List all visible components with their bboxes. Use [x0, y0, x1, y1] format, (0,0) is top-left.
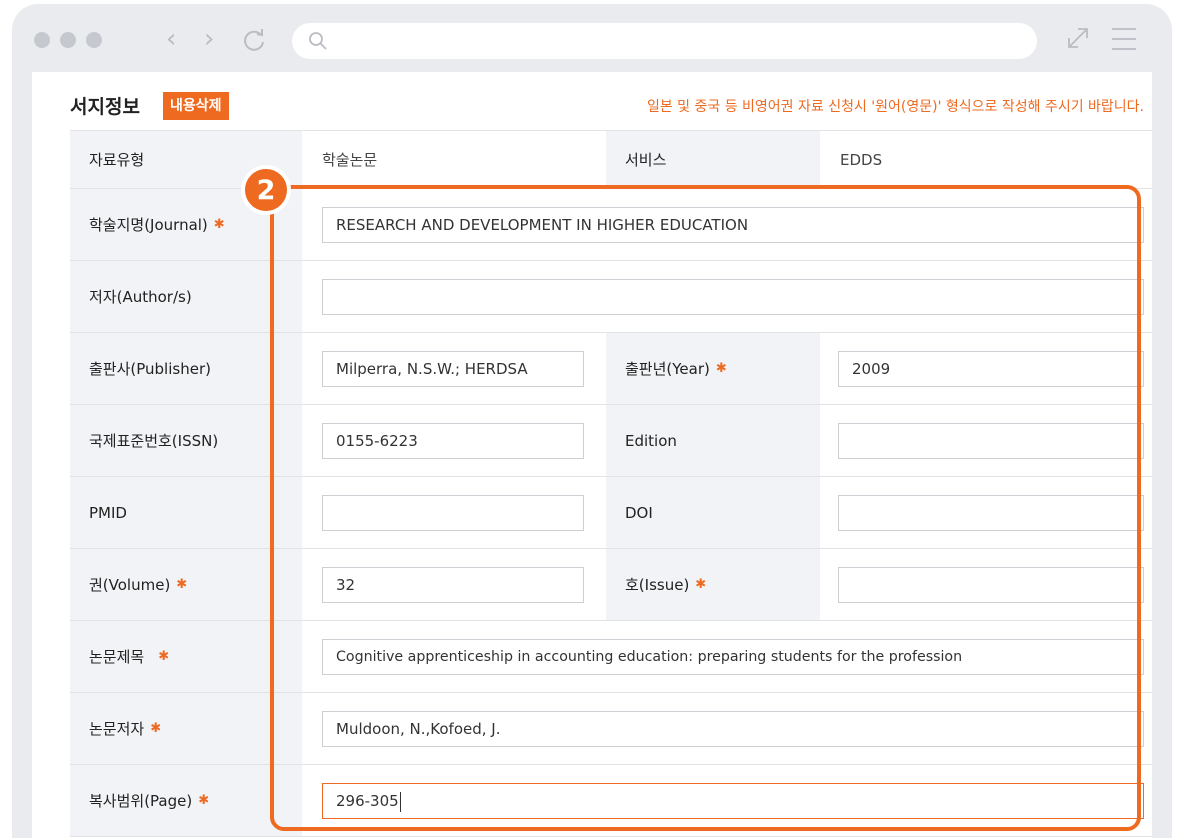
form-row-issn: 국제표준번호(ISSN) 0155-6223 Edition [70, 405, 1152, 477]
label-text: 국제표준번호(ISSN) [89, 432, 219, 450]
page-input[interactable]: 296-305 [322, 783, 1144, 819]
edition-label: Edition [606, 405, 820, 476]
required-icon: ✱ [213, 217, 225, 232]
bibliographic-form: 자료유형 학술논문 서비스 EDDS 학술지명(Journal) ✱ RESEAR… [70, 130, 1152, 837]
page-value: 296-305 [336, 792, 399, 810]
label-text: 권(Volume) [89, 576, 171, 594]
title-input[interactable]: Cognitive apprenticeship in accounting e… [322, 639, 1144, 675]
window-dot-icon[interactable] [34, 32, 50, 48]
page-content: 서지정보 내용삭제 일본 및 중국 등 비영어권 자료 신청시 '원어(영문)'… [32, 72, 1152, 838]
service-label: 서비스 [606, 131, 820, 188]
window-dot-icon[interactable] [60, 32, 76, 48]
issn-input[interactable]: 0155-6223 [322, 423, 584, 459]
author-label: 저자(Author/s) [70, 261, 302, 332]
browser-window: ‹ › 서지정보 내용삭제 일본 및 중국 등 비영어권 자료 신청시 '원어(… [12, 4, 1172, 838]
step-badge: 2 [241, 165, 291, 215]
form-row-publisher: 출판사(Publisher) Milperra, N.S.W.; HERDSA … [70, 333, 1152, 405]
section-title: 서지정보 [70, 96, 140, 118]
menu-icon[interactable] [1110, 26, 1138, 56]
search-icon [309, 32, 327, 50]
publisher-label: 출판사(Publisher) [70, 333, 302, 404]
label-text: Edition [625, 431, 677, 450]
volume-label: 권(Volume) ✱ [70, 549, 302, 620]
back-icon[interactable]: ‹ [166, 22, 176, 56]
paper-author-label: 논문저자 ✱ [70, 693, 302, 764]
required-icon: ✱ [695, 577, 707, 592]
form-row-title: 논문제목 ✱ Cognitive apprenticeship in accoun… [70, 621, 1152, 693]
label-text: 논문제목 [89, 648, 145, 666]
author-input[interactable] [322, 279, 1144, 315]
label-text: DOI [625, 503, 653, 522]
service-value: EDDS [840, 150, 883, 169]
paper-author-input[interactable]: Muldoon, N.,Kofoed, J. [322, 711, 1144, 747]
form-row-pmid: PMID DOI [70, 477, 1152, 549]
label-text: 서비스 [625, 151, 667, 169]
issue-label: 호(Issue) ✱ [606, 549, 820, 620]
type-value: 학술논문 [322, 151, 378, 169]
form-row-volume: 권(Volume) ✱ 32 호(Issue) ✱ [70, 549, 1152, 621]
label-text: 학술지명(Journal) [89, 216, 208, 234]
notice-text: 일본 및 중국 등 비영어권 자료 신청시 '원어(영문)' 형식으로 작성해 … [646, 99, 1144, 115]
required-icon: ✱ [198, 793, 210, 808]
label-text: PMID [89, 503, 127, 522]
form-header: 서지정보 내용삭제 일본 및 중국 등 비영어권 자료 신청시 '원어(영문)'… [32, 72, 1152, 130]
required-icon: ✱ [150, 721, 162, 736]
year-label: 출판년(Year) ✱ [606, 333, 820, 404]
publisher-input[interactable]: Milperra, N.S.W.; HERDSA [322, 351, 584, 387]
issue-input[interactable] [838, 567, 1144, 603]
pmid-label: PMID [70, 477, 302, 548]
edition-input[interactable] [838, 423, 1144, 459]
forward-icon[interactable]: › [204, 22, 214, 56]
volume-input[interactable]: 32 [322, 567, 584, 603]
doi-label: DOI [606, 477, 820, 548]
journal-input[interactable]: RESEARCH AND DEVELOPMENT IN HIGHER EDUCA… [322, 207, 1144, 243]
label-text: 저자(Author/s) [89, 288, 192, 306]
reload-icon[interactable] [240, 26, 268, 58]
label-text: 자료유형 [89, 151, 145, 169]
form-row-author: 저자(Author/s) [70, 261, 1152, 333]
year-input[interactable]: 2009 [838, 351, 1144, 387]
required-icon: ✱ [715, 361, 727, 376]
label-text: 출판년(Year) [625, 360, 710, 378]
form-row-journal: 학술지명(Journal) ✱ RESEARCH AND DEVELOPMENT … [70, 189, 1152, 261]
required-icon: ✱ [176, 577, 188, 592]
window-dot-icon[interactable] [86, 32, 102, 48]
label-text: 출판사(Publisher) [89, 360, 211, 378]
title-label: 논문제목 ✱ [70, 621, 302, 692]
form-row-paper-author: 논문저자 ✱ Muldoon, N.,Kofoed, J. [70, 693, 1152, 765]
expand-icon[interactable] [1064, 24, 1092, 56]
required-icon: ✱ [158, 649, 170, 664]
form-row-page: 복사범위(Page) ✱ 296-305 [70, 765, 1152, 837]
issn-label: 국제표준번호(ISSN) [70, 405, 302, 476]
label-text: 복사범위(Page) [89, 792, 193, 810]
delete-content-button[interactable]: 내용삭제 [163, 92, 229, 120]
form-row-type: 자료유형 학술논문 서비스 EDDS [70, 131, 1152, 189]
address-bar[interactable] [292, 23, 1037, 59]
page-label: 복사범위(Page) ✱ [70, 765, 302, 836]
label-text: 논문저자 [89, 720, 145, 738]
text-cursor [399, 791, 401, 812]
label-text: 호(Issue) [625, 576, 690, 594]
doi-input[interactable] [838, 495, 1144, 531]
browser-toolbar: ‹ › [12, 4, 1172, 72]
pmid-input[interactable] [322, 495, 584, 531]
